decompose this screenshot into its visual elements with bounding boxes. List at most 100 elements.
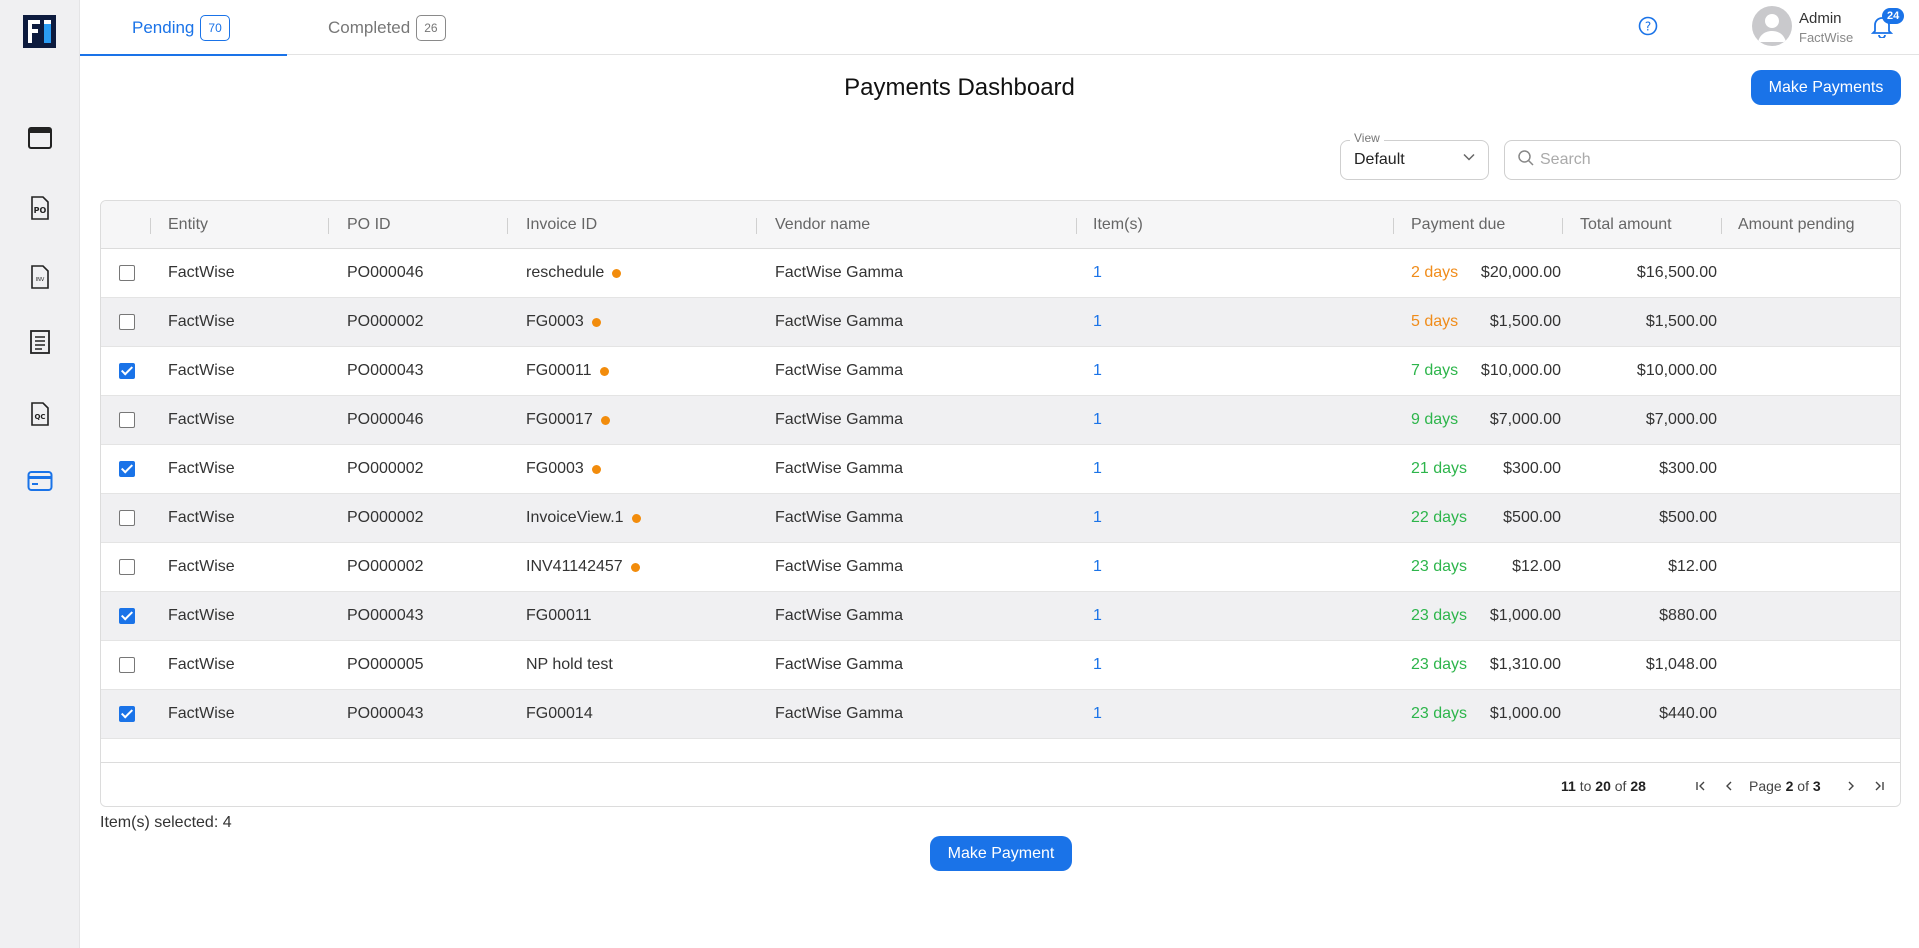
column-header-amount-pending[interactable]: Amount pending [1738, 201, 1855, 249]
entity-cell-text: FactWise [168, 313, 235, 330]
row-checkbox[interactable] [119, 363, 135, 379]
entity-cell-text: FactWise [168, 264, 235, 281]
invoice-id-cell[interactable]: reschedule [526, 249, 622, 297]
vendor-name-cell-text: FactWise Gamma [775, 558, 904, 575]
tab-pending[interactable]: Pending 70 [80, 0, 287, 56]
column-header-total-amount[interactable]: Total amount [1580, 201, 1672, 249]
invoice-id-cell[interactable]: INV41142457 [526, 543, 640, 591]
tab-pending-count: 70 [200, 14, 230, 41]
row-checkbox[interactable] [119, 265, 135, 281]
po-id-cell-text: PO000005 [347, 656, 424, 673]
vendor-name-cell: FactWise Gamma [775, 347, 903, 395]
column-separator [507, 218, 508, 234]
row-checkbox[interactable] [119, 706, 135, 722]
column-header-vendor-name[interactable]: Vendor name [775, 201, 870, 249]
table-row[interactable]: FactWise PO000002 FG0003 FactWise Gamma 1 5 d… [101, 298, 1900, 347]
payment-card-icon[interactable] [26, 467, 54, 495]
amount-pending-cell: $1,048.00 [1551, 641, 1717, 689]
invoice-document-icon[interactable]: INV [26, 263, 54, 291]
items-link[interactable]: 1 [1093, 396, 1102, 444]
amount-pending-cell-text: $500.00 [1659, 509, 1717, 526]
items-link[interactable]: 1 [1093, 249, 1102, 297]
invoice-id-cell[interactable]: FG0003 [526, 445, 601, 493]
calendar-icon[interactable] [26, 123, 54, 151]
invoice-id-cell[interactable]: FG00017 [526, 396, 610, 444]
search-input[interactable] [1540, 145, 1890, 175]
po-id-cell-text: PO000043 [347, 607, 424, 624]
next-page-icon[interactable] [1841, 776, 1861, 796]
invoice-id-cell[interactable]: FG0003 [526, 298, 601, 346]
make-payment-button[interactable]: Make Payment [930, 836, 1072, 871]
entity-cell-text: FactWise [168, 362, 235, 379]
row-checkbox[interactable] [119, 412, 135, 428]
po-id-cell: PO000046 [347, 249, 424, 297]
table-row[interactable]: FactWise PO000043 FG00011 FactWise Gamma 1 7 … [101, 347, 1900, 396]
first-page-icon[interactable] [1691, 776, 1711, 796]
invoice-id-cell[interactable]: InvoiceView.1 [526, 494, 641, 542]
vendor-name-cell: FactWise Gamma [775, 396, 903, 444]
row-checkbox[interactable] [119, 608, 135, 624]
row-checkbox[interactable] [119, 657, 135, 673]
svg-text:INV: INV [36, 277, 45, 283]
po-id-cell-text: PO000002 [347, 313, 424, 330]
status-dot-icon [600, 415, 610, 425]
column-header-payment-due[interactable]: Payment due [1411, 201, 1505, 249]
app-root: PO INV QC Pending 70 Completed 26 ? Admi… [0, 0, 1919, 948]
row-checkbox[interactable] [119, 314, 135, 330]
items-link[interactable]: 1 [1093, 543, 1102, 591]
items-link[interactable]: 1 [1093, 494, 1102, 542]
items-link-text: 1 [1093, 558, 1102, 575]
items-link[interactable]: 1 [1093, 690, 1102, 738]
factwise-logo[interactable] [23, 15, 56, 48]
range-from: 11 [1561, 778, 1576, 794]
po-id-cell: PO000043 [347, 347, 424, 395]
invoice-id-cell[interactable]: FG00011 [526, 347, 609, 395]
qc-document-icon[interactable]: QC [26, 400, 54, 428]
amount-pending-cell: $300.00 [1551, 445, 1717, 493]
page-total: 3 [1812, 778, 1821, 794]
column-header-entity[interactable]: Entity [168, 201, 208, 249]
po-id-cell-text: PO000046 [347, 264, 424, 281]
items-link[interactable]: 1 [1093, 298, 1102, 346]
po-document-icon[interactable]: PO [26, 194, 54, 222]
tab-completed[interactable]: Completed 26 [328, 0, 446, 55]
status-dot-icon [630, 562, 640, 572]
invoice-id-cell-text: NP hold test [526, 656, 613, 673]
chevron-down-icon[interactable] [1462, 150, 1476, 164]
previous-page-icon[interactable] [1719, 776, 1739, 796]
entity-cell: FactWise [168, 494, 235, 542]
invoice-id-cell-text: InvoiceView.1 [526, 509, 624, 526]
invoice-id-cell[interactable]: FG00014 [526, 690, 593, 738]
items-link[interactable]: 1 [1093, 445, 1102, 493]
table-row[interactable]: FactWise PO000046 FG00017 FactWise Gamma 1 9 … [101, 396, 1900, 445]
table-row[interactable]: FactWise PO000002 InvoiceView.1 FactWise Ga… [101, 494, 1900, 543]
row-checkbox[interactable] [119, 461, 135, 477]
items-link[interactable]: 1 [1093, 641, 1102, 689]
items-link[interactable]: 1 [1093, 347, 1102, 395]
vendor-name-cell-text: FactWise Gamma [775, 362, 904, 379]
row-checkbox[interactable] [119, 510, 135, 526]
table-row[interactable]: FactWise PO000005 NP hold test FactWise Gam… [101, 641, 1900, 690]
user-icon [1758, 14, 1786, 42]
make-payments-button[interactable]: Make Payments [1751, 70, 1901, 105]
invoice-id-cell[interactable]: NP hold test [526, 641, 613, 689]
column-header-po-id[interactable]: PO ID [347, 201, 391, 249]
table-row[interactable]: FactWise PO000046 reschedule FactWise Gamma… [101, 249, 1900, 298]
table-row[interactable]: FactWise PO000002 INV41142457 FactWise Gamm… [101, 543, 1900, 592]
invoice-id-cell[interactable]: FG00011 [526, 592, 592, 640]
table-row[interactable]: FactWise PO000043 FG00011 FactWise Gamma 1 23… [101, 592, 1900, 641]
column-header-invoice-id[interactable]: Invoice ID [526, 201, 597, 249]
column-header-items[interactable]: Item(s) [1093, 201, 1143, 249]
last-page-icon[interactable] [1869, 776, 1889, 796]
invoice-id-cell-text: reschedule [526, 264, 605, 281]
items-link[interactable]: 1 [1093, 592, 1102, 640]
help-icon[interactable]: ? [1638, 16, 1658, 36]
avatar[interactable] [1752, 6, 1792, 46]
list-document-icon[interactable] [26, 328, 54, 356]
po-id-cell: PO000002 [347, 494, 424, 542]
table-row[interactable]: FactWise PO000002 FG0003 FactWise Gamma 1 21 … [101, 445, 1900, 494]
table-row[interactable]: FactWise PO000043 FG00014 FactWise Gamma 1 23… [101, 690, 1900, 739]
user-name: Admin [1799, 10, 1842, 27]
total-amount-cell: $1,310.00 [1391, 641, 1561, 689]
row-checkbox[interactable] [119, 559, 135, 575]
